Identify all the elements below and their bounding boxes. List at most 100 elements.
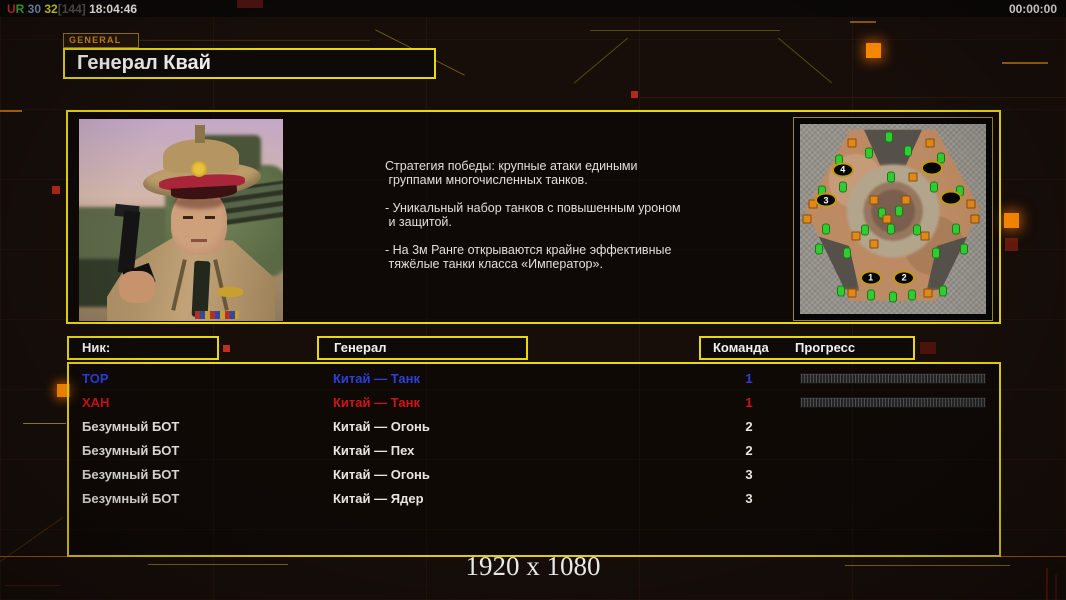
status-segment: [144] (57, 2, 86, 16)
resource-dot-green (887, 171, 896, 183)
minimap: 4 3 12 (793, 117, 993, 321)
player-nick: ХАН (82, 395, 110, 410)
resource-dot-green (887, 223, 896, 234)
eye-art (205, 216, 215, 219)
resource-dot-orange (925, 138, 935, 148)
description-paragraph: - Уникальный набор танков с повышенным у… (385, 201, 681, 229)
table-row: Безумный БОТ Китай — Ядер 3 (69, 487, 999, 511)
loading-progress-bar (800, 373, 986, 384)
medals-art (195, 311, 239, 319)
player-table: TOP Китай — Танк 1 ХАН Китай — Танк 1 Безумный… (67, 362, 1001, 557)
resource-dot-green (952, 223, 961, 234)
resource-dot-orange (869, 239, 879, 249)
start-position-marker (939, 190, 962, 206)
mouth-art (191, 239, 207, 242)
decor-line (850, 21, 876, 23)
resource-dot-orange (908, 172, 918, 182)
table-row: Безумный БОТ Китай — Огонь 2 (69, 415, 999, 439)
start-position-marker: 2 (893, 270, 916, 286)
decor-square (52, 186, 60, 194)
decor-square (866, 43, 881, 58)
player-general: Китай — Пех (333, 443, 415, 458)
description-paragraph: Стратегия победы: крупные атаки едиными … (385, 159, 638, 187)
column-header-progress: Прогресс (795, 340, 856, 355)
resource-dot-orange (923, 288, 933, 298)
match-timer: 00:00:00 (1008, 2, 1057, 16)
general-portrait (79, 119, 283, 321)
resource-dot-green (907, 289, 916, 301)
network-status: UR 30 32[144] 18:04:46 (7, 2, 137, 16)
status-segment: U (7, 2, 16, 16)
resource-dot-orange (970, 214, 980, 224)
decor-square (223, 345, 230, 352)
start-position-marker: 1 (859, 270, 882, 286)
player-team: 1 (745, 395, 753, 410)
decor-square (1004, 213, 1019, 228)
resource-dot-green (929, 181, 938, 193)
resource-dot-green (814, 243, 823, 255)
decor-line (140, 40, 370, 41)
column-header-team-progress: Команда Прогресс (699, 336, 915, 360)
player-general: Китай — Огонь (333, 419, 430, 434)
resource-dot-orange (847, 288, 857, 298)
player-nick: Безумный БОТ (82, 491, 180, 506)
resource-dot-orange (847, 138, 857, 148)
resource-dot-green (861, 224, 870, 236)
resource-dot-orange (966, 199, 976, 209)
status-segment: 32 (44, 2, 58, 16)
general-description: Стратегия победы: крупные атаки едиными … (385, 159, 730, 285)
decor-line (590, 30, 780, 31)
player-general: Китай — Танк (333, 395, 420, 410)
player-team: 3 (745, 491, 753, 506)
decor-square (237, 0, 263, 8)
player-nick: Безумный БОТ (82, 467, 180, 482)
resource-dot-green (842, 247, 851, 259)
player-nick: TOP (82, 371, 109, 386)
decor-line (640, 97, 1066, 98)
resource-dot-green (866, 289, 875, 301)
player-general: Китай — Огонь (333, 467, 430, 482)
decor-square (1005, 238, 1018, 251)
player-table-rows: TOP Китай — Танк 1 ХАН Китай — Танк 1 Безумный… (69, 364, 999, 555)
player-team: 2 (745, 443, 753, 458)
general-tab-label: GENERAL (63, 33, 139, 48)
resource-dot-orange (882, 214, 892, 224)
resource-dot-green (931, 247, 940, 259)
description-paragraph: - На 3м Ранге открываются крайне эффекти… (385, 243, 672, 271)
general-name-title: Генерал Квай (63, 48, 436, 79)
minimap-image: 4 3 12 (800, 124, 986, 314)
decor-line (23, 423, 66, 424)
start-position-marker: 3 (815, 192, 838, 208)
resource-dot-orange (802, 214, 812, 224)
resource-dot-green (885, 131, 894, 143)
table-row: TOP Китай — Танк 1 (69, 367, 999, 391)
resource-dot-green (838, 181, 847, 193)
decor-square (920, 342, 936, 354)
status-segment: 18:04:46 (85, 2, 138, 16)
column-header-nick: Ник: (67, 336, 219, 360)
start-position-marker (921, 160, 944, 176)
decor-square (631, 91, 638, 98)
column-header-general: Генерал (317, 336, 528, 360)
hand-art (119, 271, 155, 303)
player-general: Китай — Танк (333, 371, 420, 386)
player-team: 2 (745, 419, 753, 434)
resource-dot-green (903, 145, 912, 157)
cap-emblem-art (191, 161, 207, 177)
table-row: ХАН Китай — Танк 1 (69, 391, 999, 415)
resource-dot-green (864, 147, 873, 158)
resource-dot-green (894, 205, 903, 217)
game-loading-screen: UR 30 32[144] 18:04:46 00:00:00 GENERAL … (0, 0, 1066, 600)
decor-line (5, 585, 60, 586)
status-segment: 30 (24, 2, 45, 16)
player-team: 3 (745, 467, 753, 482)
resolution-label: 1920 x 1080 (465, 551, 601, 581)
resource-dot-orange (851, 231, 861, 241)
decor-line (1002, 62, 1048, 64)
resource-dot-orange (869, 195, 879, 205)
eye-art (183, 216, 193, 219)
player-team: 1 (745, 371, 753, 386)
start-position-marker: 4 (831, 162, 854, 178)
loading-progress-bar (800, 397, 986, 408)
player-nick: Безумный БОТ (82, 443, 180, 458)
